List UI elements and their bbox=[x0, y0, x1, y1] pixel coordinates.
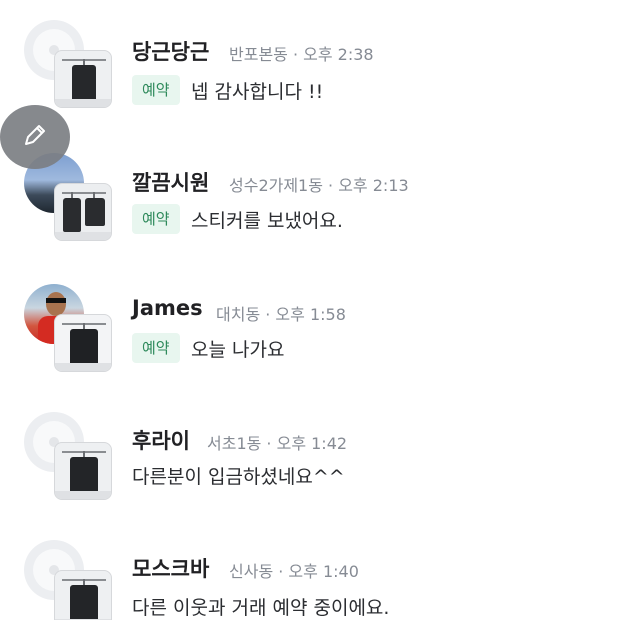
chat-meta: 서초1동 · 오후 1:42 bbox=[207, 434, 348, 453]
item-thumbnail bbox=[54, 570, 112, 620]
chat-list: 당근당근 반포본동 · 오후 2:38 예약 넵 감사합니다 !! 깔끔시원 성… bbox=[0, 0, 620, 620]
avatar-stack bbox=[24, 412, 112, 512]
reservation-badge: 예약 bbox=[132, 333, 180, 363]
chat-meta: 반포본동 · 오후 2:38 bbox=[229, 45, 374, 64]
chat-meta: 대치동 · 오후 1:58 bbox=[216, 305, 346, 324]
chat-last-message: 다른 이웃과 거래 예약 중이에요. bbox=[132, 597, 390, 619]
chat-partner-name: James bbox=[132, 296, 203, 320]
item-thumbnail bbox=[54, 50, 112, 108]
chat-row[interactable]: James 대치동 · 오후 1:58 예약 오늘 나가요 bbox=[0, 284, 620, 394]
item-thumbnail bbox=[54, 183, 112, 241]
chat-last-message: 스티커를 보냈어요. bbox=[191, 210, 343, 232]
reservation-badge: 예약 bbox=[132, 75, 180, 105]
avatar-stack bbox=[24, 540, 112, 620]
chat-partner-name: 당근당근 bbox=[132, 40, 210, 64]
item-thumbnail bbox=[54, 314, 112, 372]
chat-partner-name: 깔끔시원 bbox=[132, 171, 210, 195]
chat-row[interactable]: 모스크바 신사동 · 오후 1:40 다른 이웃과 거래 예약 중이에요. bbox=[0, 540, 620, 620]
avatar-stack bbox=[24, 284, 112, 384]
chat-partner-name: 모스크바 bbox=[132, 557, 210, 581]
chat-partner-name: 후라이 bbox=[132, 429, 190, 453]
chat-meta: 성수2가제1동 · 오후 2:13 bbox=[229, 176, 409, 195]
chat-last-message: 오늘 나가요 bbox=[191, 339, 285, 361]
chat-row[interactable]: 후라이 서초1동 · 오후 1:42 다른분이 입금하셨네요^^ bbox=[0, 412, 620, 522]
pencil-icon bbox=[20, 120, 50, 154]
chat-last-message: 넵 감사합니다 !! bbox=[191, 81, 324, 103]
reservation-badge: 예약 bbox=[132, 204, 180, 234]
compose-button[interactable] bbox=[0, 105, 70, 169]
item-thumbnail bbox=[54, 442, 112, 500]
chat-last-message: 다른분이 입금하셨네요^^ bbox=[132, 466, 345, 488]
chat-meta: 신사동 · 오후 1:40 bbox=[229, 562, 359, 581]
chat-row[interactable]: 당근당근 반포본동 · 오후 2:38 예약 넵 감사합니다 !! bbox=[0, 20, 620, 130]
chat-row[interactable]: 깔끔시원 성수2가제1동 · 오후 2:13 예약 스티커를 보냈어요. bbox=[0, 153, 620, 263]
